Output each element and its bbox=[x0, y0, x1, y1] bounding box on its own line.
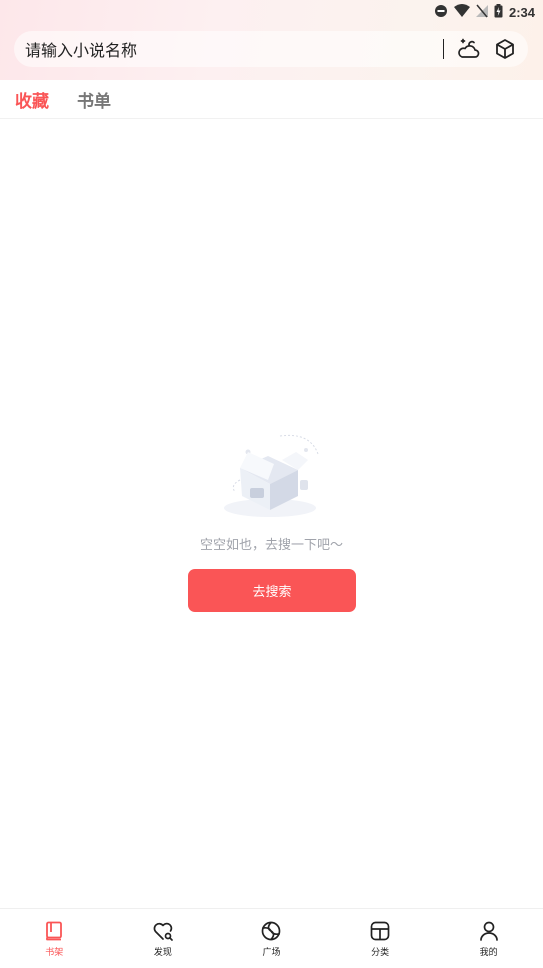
search-input[interactable]: 请输入小说名称 bbox=[25, 37, 443, 61]
bookshelf-icon bbox=[43, 920, 65, 942]
profile-icon bbox=[478, 920, 500, 942]
bottom-nav: 书架 发现 广场 分类 我的 bbox=[0, 908, 543, 968]
cube-icon[interactable] bbox=[492, 36, 518, 62]
nav-label-discover: 发现 bbox=[153, 948, 172, 958]
nav-label-category: 分类 bbox=[371, 948, 390, 958]
empty-message: 空空如也，去搜一下吧～ bbox=[199, 538, 343, 553]
no-signal-icon bbox=[475, 3, 488, 22]
tab-bar: 收藏 书单 bbox=[0, 78, 543, 119]
tab-favorites[interactable]: 收藏 bbox=[15, 87, 49, 112]
discover-icon bbox=[152, 920, 174, 942]
nav-label-bookshelf: 书架 bbox=[45, 948, 64, 958]
status-icons: 2:34 bbox=[434, 3, 535, 21]
empty-box-illustration bbox=[210, 430, 330, 522]
battery-charging-icon bbox=[494, 3, 503, 22]
nav-item-bookshelf[interactable]: 书架 bbox=[0, 909, 109, 968]
status-time: 2:34 bbox=[508, 4, 535, 20]
weather-icon[interactable] bbox=[456, 36, 482, 62]
plaza-icon bbox=[260, 920, 282, 942]
search-divider bbox=[442, 39, 444, 59]
nav-item-discover[interactable]: 发现 bbox=[109, 909, 218, 968]
nav-label-profile: 我的 bbox=[479, 948, 498, 958]
go-search-button[interactable]: 去搜索 bbox=[188, 569, 356, 612]
status-bar: 2:34 bbox=[0, 0, 543, 24]
nav-item-plaza[interactable]: 广场 bbox=[217, 909, 326, 968]
nav-label-plaza: 广场 bbox=[262, 948, 281, 958]
tab-booklists[interactable]: 书单 bbox=[77, 87, 111, 112]
wifi-icon bbox=[453, 3, 470, 22]
search-bar[interactable]: 请输入小说名称 bbox=[14, 31, 528, 67]
do-not-disturb-icon bbox=[434, 3, 448, 22]
category-icon bbox=[369, 920, 391, 942]
nav-item-category[interactable]: 分类 bbox=[326, 909, 435, 968]
nav-item-profile[interactable]: 我的 bbox=[434, 909, 543, 968]
